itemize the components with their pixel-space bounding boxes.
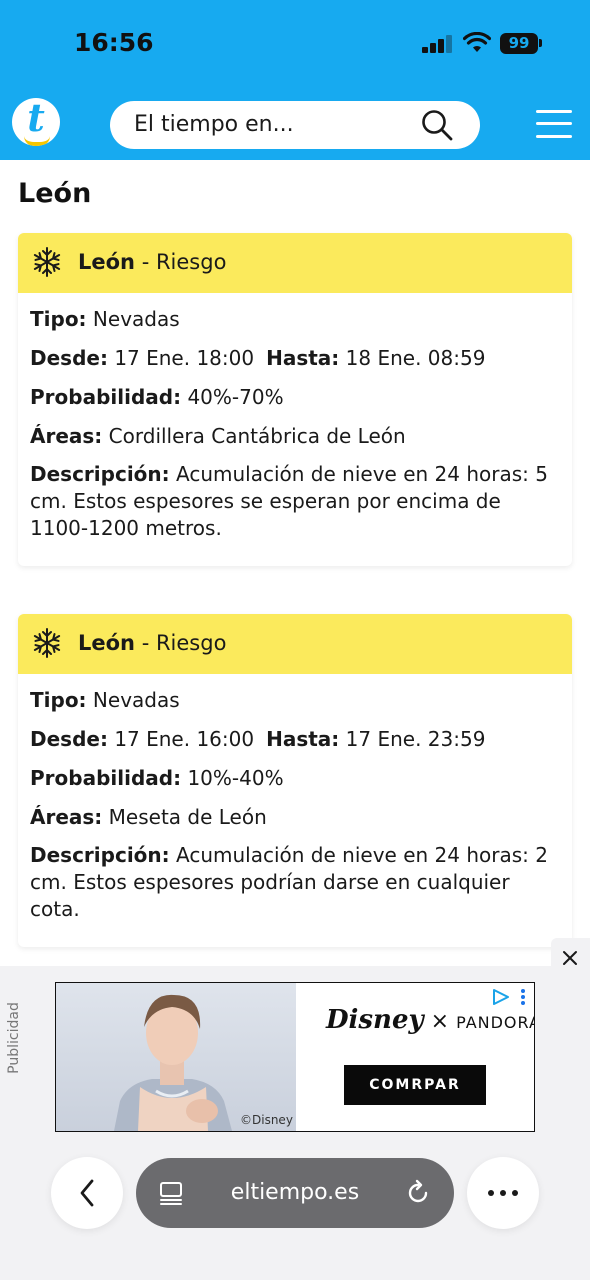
descripcion-label: Descripción:	[30, 843, 170, 867]
ad-cta-button[interactable]: COMRPAR	[344, 1065, 486, 1105]
areas-value: Cordillera Cantábrica de León	[108, 424, 406, 448]
ad-photo	[56, 983, 296, 1131]
alert-tipo-row: Tipo: Nevadas	[30, 686, 560, 714]
alert-areas-row: Áreas: Cordillera Cantábrica de León	[30, 422, 560, 450]
ad-label: Publicidad	[5, 1002, 22, 1074]
ad-brand-pandora: PANDORA	[456, 1013, 535, 1032]
alert-card-header: León - Riesgo	[18, 614, 572, 674]
hasta-label: Hasta:	[266, 727, 340, 751]
wifi-icon	[463, 32, 491, 52]
ad-close-button[interactable]	[551, 938, 590, 978]
alert-separator: -	[135, 631, 156, 655]
tipo-label: Tipo:	[30, 307, 87, 331]
alert-location: León	[78, 250, 136, 274]
battery-tip	[539, 39, 542, 47]
alert-card-body: Tipo: Nevadas Desde: 17 Ene. 16:00 Hasta:…	[18, 674, 572, 923]
alert-areas-row: Áreas: Meseta de León	[30, 803, 560, 831]
hasta-label: Hasta:	[266, 346, 340, 370]
battery-indicator: 99	[500, 33, 538, 54]
alert-card-header: León - Riesgo	[18, 233, 572, 293]
alert-card-body: Tipo: Nevadas Desde: 17 Ene. 18:00 Hasta:…	[18, 293, 572, 542]
adchoices-icon[interactable]	[490, 987, 530, 1007]
hamburger-menu-icon[interactable]	[536, 110, 572, 138]
alert-tipo-row: Tipo: Nevadas	[30, 305, 560, 333]
more-options-icon	[488, 1190, 518, 1196]
reload-icon[interactable]	[404, 1179, 432, 1207]
hasta-value: 17 Ene. 23:59	[345, 727, 486, 751]
desde-value: 17 Ene. 16:00	[114, 727, 255, 751]
eltiempo-logo[interactable]: t	[12, 98, 60, 146]
alert-dates-row: Desde: 17 Ene. 18:00 Hasta: 18 Ene. 08:59	[30, 344, 560, 372]
cellular-signal-icon	[422, 35, 454, 53]
areas-label: Áreas:	[30, 424, 103, 448]
ad-copyright: ©Disney	[240, 1113, 293, 1127]
desde-value: 17 Ene. 18:00	[114, 346, 255, 370]
close-icon	[563, 951, 577, 965]
browser-back-button[interactable]	[51, 1157, 123, 1229]
page-title: León	[18, 178, 92, 209]
ad-brand-disney: Disney	[326, 1005, 424, 1035]
descripcion-label: Descripción:	[30, 462, 170, 486]
desde-label: Desde:	[30, 346, 108, 370]
probabilidad-label: Probabilidad:	[30, 385, 182, 409]
alert-location: León	[78, 631, 136, 655]
snowflake-icon	[33, 628, 61, 658]
tipo-value: Nevadas	[92, 688, 180, 712]
alert-card: León - Riesgo Tipo: Nevadas Desde: 17 En…	[18, 614, 572, 947]
ad-banner[interactable]: ©Disney Disney × PANDORA COMRPAR	[55, 982, 535, 1132]
alert-description-row: Descripción: Acumulación de nieve en 24 …	[30, 842, 560, 923]
alert-card: León - Riesgo Tipo: Nevadas Desde: 17 En…	[18, 233, 572, 566]
alert-card-title: León - Riesgo	[78, 250, 226, 274]
areas-value: Meseta de León	[108, 805, 267, 829]
search-icon[interactable]	[420, 108, 454, 142]
alert-level: Riesgo	[155, 631, 227, 655]
desde-label: Desde:	[30, 727, 108, 751]
browser-address-bar[interactable]: eltiempo.es	[136, 1158, 454, 1228]
snowflake-icon	[33, 247, 61, 277]
ad-brand-x: ×	[430, 1009, 450, 1034]
probabilidad-label: Probabilidad:	[30, 766, 182, 790]
alert-card-title: León - Riesgo	[78, 631, 226, 655]
logo-letter: t	[27, 98, 45, 140]
probabilidad-value: 10%-40%	[187, 766, 284, 790]
alert-separator: -	[135, 250, 156, 274]
alert-dates-row: Desde: 17 Ene. 16:00 Hasta: 17 Ene. 23:59	[30, 725, 560, 753]
tipo-label: Tipo:	[30, 688, 87, 712]
probabilidad-value: 40%-70%	[187, 385, 284, 409]
alert-description-row: Descripción: Acumulación de nieve en 24 …	[30, 461, 560, 542]
tipo-value: Nevadas	[92, 307, 180, 331]
hasta-value: 18 Ene. 08:59	[345, 346, 486, 370]
alert-probability-row: Probabilidad: 40%-70%	[30, 383, 560, 411]
browser-more-button[interactable]	[467, 1157, 539, 1229]
chevron-left-icon	[80, 1179, 94, 1207]
areas-label: Áreas:	[30, 805, 103, 829]
search-placeholder: El tiempo en...	[134, 112, 294, 137]
ad-model-image	[114, 994, 232, 1131]
alert-level: Riesgo	[155, 250, 227, 274]
alert-probability-row: Probabilidad: 10%-40%	[30, 764, 560, 792]
status-time: 16:56	[74, 28, 154, 57]
ad-brand: Disney × PANDORA	[326, 1005, 535, 1035]
